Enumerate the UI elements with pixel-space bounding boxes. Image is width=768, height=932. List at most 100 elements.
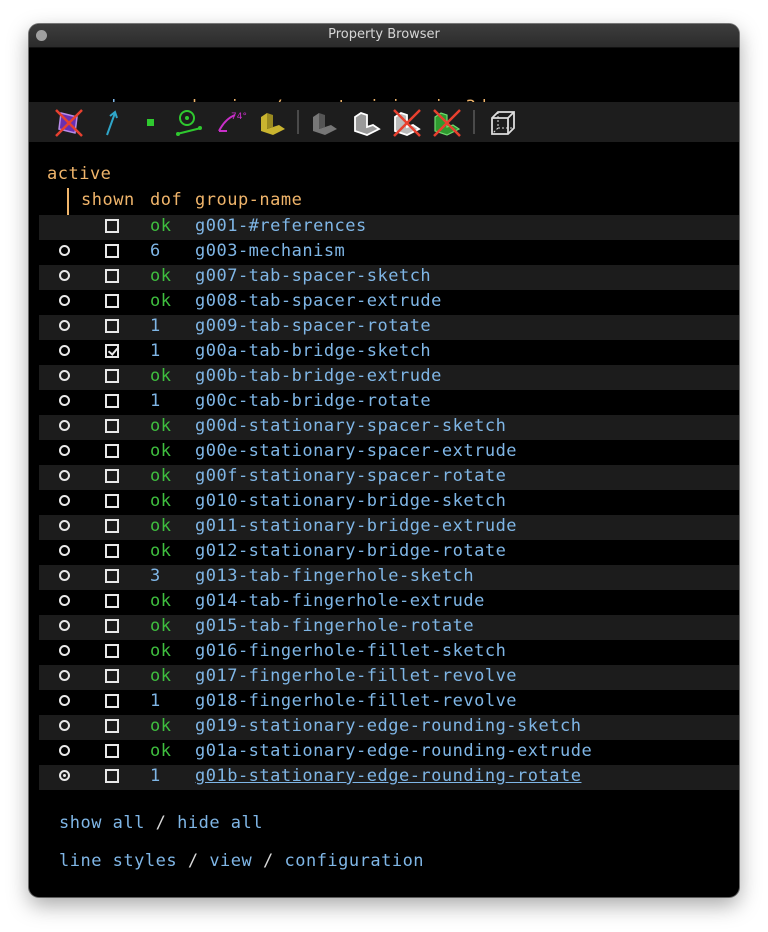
active-group-radio[interactable]	[59, 695, 70, 706]
active-group-radio[interactable]	[59, 320, 70, 331]
group-name-link[interactable]: g01b-stationary-edge-rounding-rotate	[195, 766, 581, 786]
shown-checkbox[interactable]	[105, 269, 119, 283]
active-group-radio[interactable]	[59, 595, 70, 606]
shown-checkbox[interactable]	[105, 744, 119, 758]
shown-checkbox[interactable]	[105, 294, 119, 308]
group-name-link[interactable]: g01a-stationary-edge-rounding-extrude	[195, 741, 592, 761]
shown-checkbox[interactable]	[105, 494, 119, 508]
active-group-radio[interactable]	[59, 270, 70, 281]
active-group-radio[interactable]	[59, 470, 70, 481]
active-group-radio[interactable]	[59, 345, 70, 356]
active-group-radio[interactable]	[59, 245, 70, 256]
show-normals-icon[interactable]	[95, 107, 127, 139]
shown-checkbox[interactable]	[105, 369, 119, 383]
group-name-link[interactable]: g00c-tab-bridge-rotate	[195, 391, 431, 411]
active-group-radio[interactable]	[59, 545, 70, 556]
dof-value: ok	[150, 216, 172, 236]
group-row: 6 g003-mechanism	[39, 240, 739, 265]
show-bounding-box-icon[interactable]	[487, 107, 519, 139]
line-styles-link[interactable]: line styles	[59, 851, 177, 871]
show-outlines-icon[interactable]	[351, 107, 383, 139]
show-shaded-icon[interactable]	[257, 107, 289, 139]
group-name-link[interactable]: g003-mechanism	[195, 241, 345, 261]
active-group-radio[interactable]	[59, 620, 70, 631]
hide-all-link[interactable]: hide all	[177, 813, 263, 833]
shown-checkbox[interactable]	[105, 719, 119, 733]
group-row: 1 g01b-stationary-edge-rounding-rotate	[39, 765, 739, 790]
toolbar-separator	[297, 110, 299, 134]
dof-value: ok	[150, 641, 172, 661]
group-name-link[interactable]: g00f-stationary-spacer-rotate	[195, 466, 506, 486]
view-link[interactable]: view	[209, 851, 252, 871]
shown-checkbox[interactable]	[105, 444, 119, 458]
group-name-link[interactable]: g014-tab-fingerhole-extrude	[195, 591, 485, 611]
show-points-icon[interactable]	[135, 107, 167, 139]
active-group-radio[interactable]	[59, 520, 70, 531]
show-hidden-lines-icon[interactable]	[391, 107, 423, 139]
group-name-link[interactable]: g008-tab-spacer-extrude	[195, 291, 442, 311]
show-constraints-icon[interactable]	[173, 107, 205, 139]
hide-all-points-icon[interactable]	[53, 107, 85, 139]
group-name-link[interactable]: g00b-tab-bridge-extrude	[195, 366, 442, 386]
shown-checkbox[interactable]	[105, 544, 119, 558]
dof-value: ok	[150, 591, 172, 611]
shown-checkbox[interactable]	[105, 694, 119, 708]
shown-checkbox[interactable]	[105, 644, 119, 658]
group-name-link[interactable]: g019-stationary-edge-rounding-sketch	[195, 716, 581, 736]
show-dimensions-icon[interactable]: 74°	[215, 107, 247, 139]
group-name-link[interactable]: g017-fingerhole-fillet-revolve	[195, 666, 517, 686]
shown-checkbox[interactable]	[105, 669, 119, 683]
shown-checkbox[interactable]	[105, 469, 119, 483]
dof-value: 1	[150, 691, 161, 711]
group-name-link[interactable]: g009-tab-spacer-rotate	[195, 316, 431, 336]
group-name-link[interactable]: g00a-tab-bridge-sketch	[195, 341, 431, 361]
active-group-radio[interactable]	[59, 445, 70, 456]
active-group-radio[interactable]	[59, 370, 70, 381]
group-name-link[interactable]: g001-#references	[195, 216, 367, 236]
shown-checkbox[interactable]	[105, 244, 119, 258]
show-all-link[interactable]: show all	[59, 813, 145, 833]
active-group-radio[interactable]	[59, 395, 70, 406]
shown-checkbox[interactable]	[105, 219, 119, 233]
group-name-link[interactable]: g010-stationary-bridge-sketch	[195, 491, 506, 511]
group-name-link[interactable]: g007-tab-spacer-sketch	[195, 266, 431, 286]
active-group-radio[interactable]	[59, 295, 70, 306]
shown-checkbox[interactable]	[105, 344, 119, 358]
group-row: ok g017-fingerhole-fillet-revolve	[39, 665, 739, 690]
title-bar[interactable]: Property Browser	[29, 24, 739, 48]
active-group-radio[interactable]	[59, 645, 70, 656]
settings-line: line styles / view / configuration	[59, 851, 424, 871]
active-group-radio[interactable]	[59, 770, 70, 781]
shown-checkbox[interactable]	[105, 419, 119, 433]
shown-checkbox[interactable]	[105, 394, 119, 408]
group-name-link[interactable]: g016-fingerhole-fillet-sketch	[195, 641, 506, 661]
shown-checkbox[interactable]	[105, 569, 119, 583]
group-name-link[interactable]: g012-stationary-bridge-rotate	[195, 541, 506, 561]
group-row: ok g012-stationary-bridge-rotate	[39, 540, 739, 565]
configuration-link[interactable]: configuration	[284, 851, 424, 871]
active-group-radio[interactable]	[59, 570, 70, 581]
group-row: 1 g00c-tab-bridge-rotate	[39, 390, 739, 415]
active-group-radio[interactable]	[59, 495, 70, 506]
group-row: 3 g013-tab-fingerhole-sketch	[39, 565, 739, 590]
active-group-radio[interactable]	[59, 670, 70, 681]
active-group-radio[interactable]	[59, 720, 70, 731]
show-mesh-icon[interactable]	[431, 107, 463, 139]
active-group-radio[interactable]	[59, 420, 70, 431]
show-edges-icon[interactable]	[309, 107, 341, 139]
dof-value: ok	[150, 416, 172, 436]
group-row: ok g01a-stationary-edge-rounding-extrude	[39, 740, 739, 765]
shown-checkbox[interactable]	[105, 769, 119, 783]
group-name-link[interactable]: g018-fingerhole-fillet-revolve	[195, 691, 517, 711]
group-name-link[interactable]: g00d-stationary-spacer-sketch	[195, 416, 506, 436]
group-name-link[interactable]: g013-tab-fingerhole-sketch	[195, 566, 474, 586]
shown-checkbox[interactable]	[105, 594, 119, 608]
shown-checkbox[interactable]	[105, 319, 119, 333]
group-name-link[interactable]: g00e-stationary-spacer-extrude	[195, 441, 517, 461]
shown-checkbox[interactable]	[105, 519, 119, 533]
shown-checkbox[interactable]	[105, 619, 119, 633]
group-name-link[interactable]: g011-stationary-bridge-extrude	[195, 516, 517, 536]
group-row: ok g014-tab-fingerhole-extrude	[39, 590, 739, 615]
active-group-radio[interactable]	[59, 745, 70, 756]
group-name-link[interactable]: g015-tab-fingerhole-rotate	[195, 616, 474, 636]
